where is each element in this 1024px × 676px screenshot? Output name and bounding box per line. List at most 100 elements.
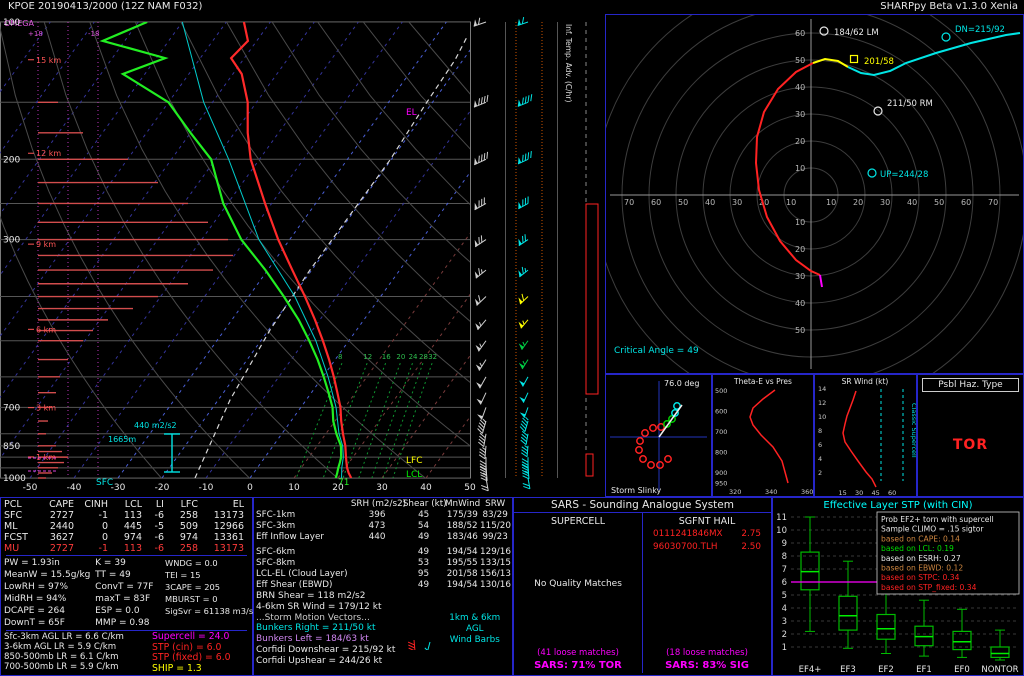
sharppy-window: KPOE 20190413/2000 (12Z NAM F032) SHARPp… bbox=[0, 0, 1024, 676]
stp-ytick-label: 6 bbox=[782, 578, 787, 588]
stp-box bbox=[839, 596, 857, 630]
storm-slinky-panel[interactable]: 76.0 deg Storm Slinky bbox=[605, 374, 712, 497]
kinematics-panel[interactable]: SRH (m2/s2)Shear (kt)MnWindSRWSFC-1km396… bbox=[253, 497, 513, 676]
height-msl-label: 6 km bbox=[36, 325, 56, 334]
title-bar: KPOE 20190413/2000 (12Z NAM F032) SHARPp… bbox=[0, 0, 1024, 14]
kinematics-row: SFC-6km49194/54129/16 bbox=[256, 547, 510, 558]
temp-axis-label: 30 bbox=[376, 483, 388, 493]
ring-label: 50 bbox=[934, 198, 944, 207]
temp-axis-label: -30 bbox=[111, 483, 126, 493]
theta-e-x-label: 340 bbox=[765, 488, 777, 496]
lfc-label: LFC bbox=[406, 456, 422, 466]
lapse-rate-value: Sfc-3km AGL LR = 6.6 C/km bbox=[4, 632, 152, 642]
temp-axis-label: -20 bbox=[155, 483, 170, 493]
sr-wind-km-label: 14 bbox=[818, 385, 826, 393]
stat-value: 3CAPE = 205 bbox=[165, 581, 249, 593]
theta-e-curve bbox=[750, 390, 788, 483]
sars-supercell-matches: No Quality Matches bbox=[514, 579, 642, 589]
height-msl-label: 1 km bbox=[36, 453, 56, 462]
ring-label: 60 bbox=[651, 198, 661, 207]
stat-value: TEI = 15 bbox=[165, 569, 249, 581]
mixing-ratio-label: 16 bbox=[382, 353, 391, 361]
stat-value: MBURST = 0 bbox=[165, 593, 249, 605]
ring-label: 30 bbox=[795, 110, 805, 119]
stat-value: PW = 1.93in bbox=[4, 557, 95, 569]
sars-supercell-loose-count: (41 loose matches) bbox=[514, 648, 642, 658]
stat-value: LowRH = 97% bbox=[4, 581, 95, 593]
temp-axis-label: -50 bbox=[23, 483, 38, 493]
pressure-label: 700 bbox=[3, 403, 20, 413]
slinky-title: Storm Slinky bbox=[611, 486, 662, 495]
mixing-ratio-label: 20 bbox=[396, 353, 405, 361]
composite-indices: Supercell = 24.0STP (cin) = 6.0STP (fixe… bbox=[152, 632, 231, 674]
temp-axis-label: 50 bbox=[464, 483, 476, 493]
storm-motion-marker bbox=[942, 33, 950, 41]
stp-ytick-label: 8 bbox=[782, 552, 787, 562]
slinky-dot bbox=[640, 456, 646, 462]
stp-legend-line: Prob EF2+ torn with supercell bbox=[881, 515, 994, 524]
stp-legend-line: Sample CLIMO = .15 sigtor bbox=[881, 525, 984, 534]
sr-wind-kt-label: 30 bbox=[855, 489, 863, 497]
lapse-rates: Sfc-3km AGL LR = 6.6 C/km3-6km AGL LR = … bbox=[4, 632, 152, 674]
theta-e-panel[interactable]: Theta-E vs Pres5006007008009009503203403… bbox=[712, 374, 814, 497]
stp-category-label: EF3 bbox=[840, 665, 856, 675]
el-label: EL bbox=[406, 108, 417, 118]
sr-wind-kt-label: 60 bbox=[888, 489, 896, 497]
sr-wind-km-label: 6 bbox=[818, 441, 822, 449]
sr-wind-curve bbox=[843, 391, 876, 487]
possible-hazard-panel[interactable]: Psbl Haz. Type TOR bbox=[917, 374, 1024, 497]
pressure-label: 100 bbox=[3, 18, 20, 28]
theta-e-pressure-label: 950 bbox=[715, 479, 727, 487]
ring-label: 60 bbox=[795, 29, 805, 38]
barb-note-line1: 1km & 6km AGL bbox=[440, 613, 510, 635]
ring-label: 10 bbox=[826, 198, 836, 207]
mixing-ratio-label: 12 bbox=[363, 353, 372, 361]
storm-motion-label: 184/62 LM bbox=[834, 28, 879, 38]
kinematics-line: Corfidi Upshear = 244/26 kt bbox=[256, 656, 510, 667]
warm-advection-bar-low bbox=[586, 454, 593, 476]
thermo-bottom: Sfc-3km AGL LR = 6.6 C/km3-6km AGL LR = … bbox=[4, 632, 249, 674]
storm-motion-marker bbox=[874, 107, 882, 115]
slinky-angle-label: 76.0 deg bbox=[664, 379, 699, 388]
temp-axis-label: 10 bbox=[288, 483, 300, 493]
stats-column: K = 39TT = 49ConvT = 77FmaxT = 83FESP = … bbox=[95, 557, 165, 629]
hodo-trace-6-9km bbox=[813, 59, 848, 67]
stat-value: SigSvr = 61138 m3/s3 bbox=[165, 605, 249, 617]
ring-label: 70 bbox=[988, 198, 998, 207]
composite-index-value: SHIP = 1.3 bbox=[152, 664, 231, 675]
stp-legend-line: based on CAPE: 0.14 bbox=[881, 534, 960, 543]
ring-label: 20 bbox=[795, 137, 805, 146]
sr-wind-kt-label: 45 bbox=[872, 489, 880, 497]
pressure-label: 200 bbox=[3, 155, 20, 165]
stp-legend-line: based on ESRH: 0.27 bbox=[881, 554, 961, 563]
mixing-ratio-label: 8 bbox=[338, 353, 342, 361]
stat-value: maxT = 83F bbox=[95, 593, 165, 605]
ring-label: 50 bbox=[795, 326, 805, 335]
thermodynamics-panel[interactable]: PCLCAPECINHLCLLILFCELSFC2727-1113-625813… bbox=[0, 497, 253, 676]
kinematics-row: SFC-1km39645175/3983/29 bbox=[256, 510, 510, 521]
temp-axis-label: -40 bbox=[67, 483, 82, 493]
divider bbox=[6, 555, 247, 556]
sounding-title: KPOE 20190413/2000 (12Z NAM F032) bbox=[8, 0, 202, 14]
stat-value: TT = 49 bbox=[95, 569, 165, 581]
hodo-trace-sfc bbox=[820, 275, 822, 287]
sars-tor-probability: SARS: 71% TOR bbox=[514, 660, 642, 671]
stp-boxplot-panel[interactable]: Effective Layer STP (with CIN)1234567891… bbox=[772, 497, 1024, 676]
sars-panel[interactable]: SARS - Sounding Analogue System SUPERCEL… bbox=[513, 497, 772, 676]
stp-ytick-label: 9 bbox=[782, 539, 787, 549]
theta-e-pressure-label: 700 bbox=[715, 428, 727, 436]
omega-minus-label: -18 bbox=[88, 30, 99, 38]
barb-note-line2: Wind Barbs bbox=[440, 635, 510, 646]
storm-motion-label: DN=215/92 bbox=[955, 25, 1005, 35]
critical-angle-label: Critical Angle = 49 bbox=[614, 346, 699, 356]
hodo-trace-9-12km bbox=[848, 33, 1020, 75]
height-msl-label: 15 km bbox=[36, 56, 61, 65]
stp-boxplot-chart: Effective Layer STP (with CIN)1234567891… bbox=[773, 498, 1023, 675]
hodograph-panel[interactable]: 1020304050601020304050102030405060701020… bbox=[605, 14, 1024, 374]
hodo-trace-0-3km bbox=[756, 63, 820, 275]
slinky-dot bbox=[650, 425, 656, 431]
stat-value: WNDG = 0.0 bbox=[165, 557, 249, 569]
sars-hail-loose-count: (18 loose matches) bbox=[643, 648, 771, 658]
sr-wind-panel[interactable]: SR Wind (kt)246810121415304560Classic Su… bbox=[814, 374, 917, 497]
skewt-diagram[interactable]: 8121620242832OMEGA+18-181002003007008501… bbox=[0, 14, 605, 497]
